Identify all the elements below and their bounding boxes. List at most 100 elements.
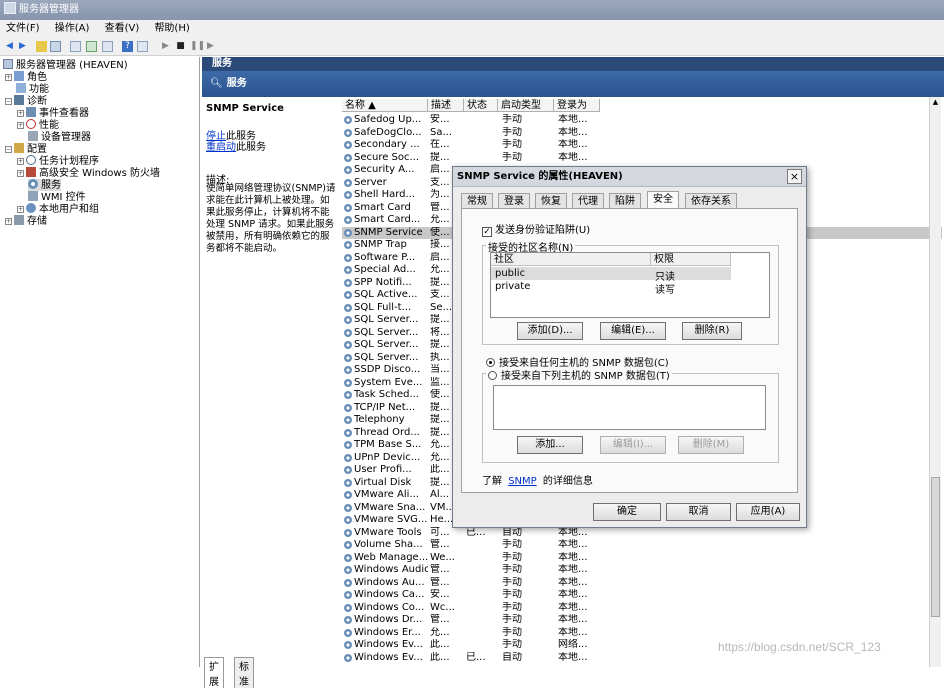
tree-item-task-scheduler[interactable]: + 任务计划程序: [17, 155, 99, 167]
service-row[interactable]: Windows Au... 管... 手动 本地...: [342, 577, 942, 590]
properties-icon[interactable]: [70, 41, 81, 52]
tab-traps[interactable]: 陷阱: [609, 193, 641, 208]
tree-item-firewall[interactable]: + 高级安全 Windows 防火墙: [17, 167, 160, 179]
apply-button[interactable]: 应用(A): [736, 503, 800, 521]
expand-icon[interactable]: +: [17, 170, 24, 177]
service-row[interactable]: Windows Audio 管... 手动 本地...: [342, 564, 942, 577]
send-auth-trap-row[interactable]: ✓ 发送身份验证陷阱(U): [482, 221, 590, 237]
column-header-startup-type[interactable]: 启动类型: [498, 99, 554, 112]
menu-action[interactable]: 操作(A): [55, 23, 90, 34]
remove-community-button[interactable]: 删除(R): [682, 322, 742, 340]
add-host-button[interactable]: 添加...: [517, 436, 583, 454]
collapse-icon[interactable]: −: [5, 98, 12, 105]
ok-button[interactable]: 确定: [593, 503, 661, 521]
service-logon-cell: 本地...: [558, 114, 588, 125]
stop-service-icon[interactable]: ■: [175, 41, 186, 52]
service-row[interactable]: Windows Ca... 安... 手动 本地...: [342, 589, 942, 602]
export-list-icon[interactable]: [102, 41, 113, 52]
back-icon[interactable]: ◀: [4, 41, 15, 52]
accept-these-hosts-row[interactable]: 接受来自下列主机的 SNMP 数据包(T): [486, 367, 672, 382]
edit-host-button[interactable]: 编辑(I)...: [600, 436, 666, 454]
service-gear-icon: [344, 478, 352, 487]
hosts-listbox[interactable]: [493, 385, 766, 430]
console-icon[interactable]: [137, 41, 148, 52]
accept-these-hosts-radio[interactable]: [488, 371, 497, 380]
rights-col-header[interactable]: 权限: [651, 253, 731, 266]
restart-service-icon[interactable]: ▶: [205, 41, 216, 52]
service-row[interactable]: SafeDogClo... Sa... 手动 本地...: [342, 127, 942, 140]
expand-icon[interactable]: +: [17, 206, 24, 213]
accept-any-host-radio[interactable]: [486, 358, 495, 367]
service-row[interactable]: Windows Er... 允... 手动 本地...: [342, 627, 942, 640]
tab-standard[interactable]: 标准: [234, 657, 254, 688]
service-row[interactable]: Secure Soc... 提... 手动 本地...: [342, 152, 942, 165]
menu-view[interactable]: 查看(V): [105, 23, 140, 34]
column-header-name[interactable]: 名称 ▲: [342, 99, 428, 112]
snmp-help-link[interactable]: SNMP: [508, 476, 537, 487]
restart-link[interactable]: 重启动: [206, 142, 236, 153]
remove-host-button[interactable]: 删除(M): [678, 436, 744, 454]
tab-extended[interactable]: 扩展: [204, 657, 224, 688]
scroll-thumb[interactable]: [931, 477, 940, 617]
service-row[interactable]: Volume Sha... 管... 手动 本地...: [342, 539, 942, 552]
collapse-icon[interactable]: −: [5, 146, 12, 153]
tree-item-storage[interactable]: + 存储: [5, 215, 47, 227]
tree-item-features[interactable]: 功能: [16, 83, 49, 95]
send-auth-trap-checkbox[interactable]: ✓: [482, 227, 492, 237]
service-row[interactable]: Secondary ... 在... 手动 本地...: [342, 139, 942, 152]
scroll-up-arrow-icon[interactable]: ▲: [931, 98, 940, 107]
service-row[interactable]: VMware Tools 可... 已... 自动 本地...: [342, 527, 942, 540]
forward-icon[interactable]: ▶: [17, 41, 28, 52]
column-header-description[interactable]: 描述: [428, 99, 464, 112]
tab-logon[interactable]: 登录: [498, 193, 530, 208]
tab-recovery[interactable]: 恢复: [535, 193, 567, 208]
show-tree-icon[interactable]: [50, 41, 61, 52]
community-row[interactable]: public 只读: [491, 267, 731, 283]
tree-item-event-viewer[interactable]: + 事件查看器: [17, 107, 89, 119]
up-folder-icon[interactable]: [36, 41, 47, 52]
tree-item-device-manager[interactable]: 设备管理器: [28, 131, 91, 143]
refresh-icon[interactable]: [86, 41, 97, 52]
column-header-status[interactable]: 状态: [464, 99, 498, 112]
edit-community-button[interactable]: 编辑(E)...: [600, 322, 666, 340]
expand-icon[interactable]: +: [17, 122, 24, 129]
community-col-header[interactable]: 社区: [491, 253, 651, 266]
tree-item-services[interactable]: 服务: [28, 179, 61, 191]
start-service-icon[interactable]: ▶: [160, 41, 171, 52]
service-name-cell: User Profi...: [354, 464, 412, 475]
service-name-cell: SQL Server...: [354, 326, 419, 338]
tab-general[interactable]: 常规: [461, 193, 493, 208]
community-row[interactable]: private 读写: [491, 280, 731, 296]
tree-item-diagnostics[interactable]: − 诊断: [5, 95, 47, 107]
tab-security[interactable]: 安全: [647, 191, 679, 209]
communities-listview[interactable]: 社区 权限 public 只读 private 读写: [490, 252, 770, 318]
help-icon[interactable]: ?: [122, 41, 133, 52]
tab-dependencies[interactable]: 依存关系: [685, 193, 737, 208]
menu-file[interactable]: 文件(F): [6, 23, 40, 34]
column-header-logon-as[interactable]: 登录为: [554, 99, 600, 112]
vertical-scrollbar[interactable]: ▲: [929, 97, 941, 667]
tree-item-wmi-control[interactable]: WMI 控件: [28, 191, 86, 203]
service-name-cell: VMware SVG...: [354, 514, 428, 525]
cancel-button[interactable]: 取消: [666, 503, 731, 521]
expand-icon[interactable]: +: [5, 74, 12, 81]
expand-icon[interactable]: +: [17, 158, 24, 165]
tree-item-configuration[interactable]: − 配置: [5, 143, 47, 155]
tree-item-performance[interactable]: + 性能: [17, 119, 59, 131]
tree-item-local-users[interactable]: + 本地用户和组: [17, 203, 99, 215]
menu-help[interactable]: 帮助(H): [154, 23, 189, 34]
tree-item-server-manager[interactable]: 服务器管理器 (HEAVEN): [3, 59, 128, 71]
service-desc-cell: 在...: [430, 139, 450, 150]
service-row[interactable]: Windows Dr... 管... 手动 本地...: [342, 614, 942, 627]
tree-item-roles[interactable]: + 角色: [5, 71, 47, 83]
learn-more-row: 了解 SNMP 的详细信息: [482, 476, 593, 487]
tab-agent[interactable]: 代理: [572, 193, 604, 208]
close-icon[interactable]: ×: [787, 169, 802, 184]
add-community-button[interactable]: 添加(D)...: [517, 322, 583, 340]
expand-icon[interactable]: +: [5, 218, 12, 225]
expand-icon[interactable]: +: [17, 110, 24, 117]
service-row[interactable]: Safedog Up... 安... 手动 本地...: [342, 114, 942, 127]
service-row[interactable]: Web Manage... We... 手动 本地...: [342, 552, 942, 565]
pause-service-icon[interactable]: ❚❚: [190, 41, 205, 52]
service-row[interactable]: Windows Co... Wc... 手动 本地...: [342, 602, 942, 615]
